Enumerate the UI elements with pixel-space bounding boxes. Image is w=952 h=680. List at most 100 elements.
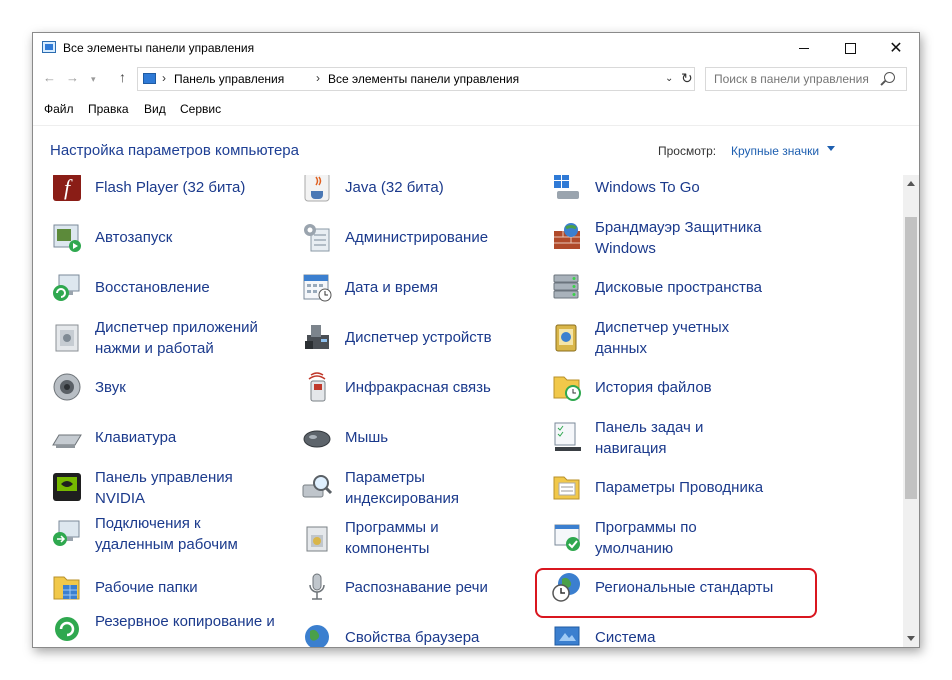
minimize-button[interactable] — [781, 33, 827, 63]
item-recovery[interactable]: Восстановление — [33, 263, 273, 311]
speaker-icon — [51, 371, 83, 403]
item-label: Брандмауэр Защитника Windows — [595, 219, 762, 257]
item-backup[interactable]: Резервное копирование и — [33, 603, 275, 647]
view-dropdown[interactable]: Крупные значки — [731, 144, 819, 158]
item-label: Резервное копирование и — [95, 613, 275, 630]
scroll-up-icon[interactable] — [907, 181, 915, 186]
item-label: Панель управления NVIDIA — [95, 469, 233, 507]
item-taskbar[interactable]: Панель задач и навигация — [533, 413, 773, 461]
device-manager-icon — [301, 321, 333, 353]
title-bar: Все элементы панели управления ✕ — [33, 33, 919, 63]
windows-to-go-icon — [551, 175, 583, 203]
breadcrumb-item[interactable]: Все элементы панели управления — [328, 72, 519, 86]
item-label: Диспетчер устройств — [345, 329, 492, 346]
back-button[interactable]: ← — [43, 70, 56, 85]
search-input[interactable] — [712, 71, 876, 87]
chevron-right-icon: › — [316, 71, 320, 85]
item-device-manager[interactable]: Диспетчер устройств — [283, 313, 523, 361]
flash-icon: f — [51, 175, 83, 203]
item-label: Рабочие папки — [95, 579, 198, 596]
item-system[interactable]: Система — [533, 613, 773, 647]
forward-button[interactable]: → — [66, 70, 79, 85]
item-default-programs[interactable]: Программы по умолчанию — [533, 513, 773, 561]
item-label: Автозапуск — [95, 229, 173, 246]
programs-icon — [301, 521, 333, 553]
item-folder-options[interactable]: Параметры Проводника — [533, 463, 773, 511]
item-label: Flash Player (32 бита) — [95, 179, 246, 196]
item-label: Программы и компоненты — [345, 519, 439, 557]
menu-edit[interactable]: Правка — [88, 102, 129, 116]
item-label: Дисковые пространства — [595, 279, 763, 296]
storage-spaces-icon — [551, 271, 583, 303]
item-label: Параметры Проводника — [595, 479, 764, 496]
up-button[interactable]: ↑ — [119, 69, 126, 85]
breadcrumb-item[interactable]: Панель управления — [174, 72, 284, 86]
system-icon — [551, 621, 583, 647]
app-manager-icon — [51, 321, 83, 353]
divider — [33, 125, 919, 126]
recovery-icon — [51, 271, 83, 303]
page-title: Настройка параметров компьютера — [50, 142, 299, 159]
control-panel-window: Все элементы панели управления ✕ ← → ▾ ↑… — [32, 32, 920, 648]
maximize-button[interactable] — [827, 33, 873, 63]
mouse-icon — [301, 421, 333, 453]
microphone-icon — [301, 571, 333, 603]
menu-tools[interactable]: Сервис — [180, 102, 221, 116]
item-remote-desktop[interactable]: Подключения к удаленным рабочим — [33, 509, 273, 557]
item-mouse[interactable]: Мышь — [283, 413, 523, 461]
item-label: Программы по умолчанию — [595, 519, 697, 557]
chevron-down-icon[interactable]: ⌄ — [665, 73, 673, 84]
close-icon: ✕ — [889, 40, 903, 57]
item-autoplay[interactable]: Автозапуск — [33, 213, 273, 261]
search-box[interactable] — [705, 67, 907, 91]
item-label: Дата и время — [345, 279, 439, 296]
item-label: Подключения к удаленным рабочим — [95, 515, 238, 553]
admin-tools-icon — [301, 221, 333, 253]
item-label: Мышь — [345, 429, 389, 446]
view-label: Просмотр: — [658, 144, 717, 158]
remote-desktop-icon — [51, 517, 83, 549]
item-keyboard[interactable]: Клавиатура — [33, 413, 273, 461]
calendar-icon — [301, 271, 333, 303]
vertical-scrollbar[interactable] — [903, 175, 919, 647]
item-infrared[interactable]: Инфракрасная связь — [283, 363, 523, 411]
item-speech[interactable]: Распознавание речи — [283, 563, 523, 611]
item-internet-options[interactable]: Свойства браузера — [283, 613, 523, 647]
credential-manager-icon — [551, 321, 583, 353]
item-indexing[interactable]: Параметры индексирования — [283, 463, 523, 511]
item-label: Клавиатура — [95, 429, 177, 446]
chevron-down-icon[interactable] — [827, 146, 835, 151]
item-flash-player[interactable]: f Flash Player (32 бита) — [33, 175, 273, 211]
scrollbar-thumb[interactable] — [905, 217, 917, 499]
item-label: Параметры индексирования — [345, 469, 459, 507]
item-label: Windows To Go — [595, 179, 700, 196]
item-java[interactable]: Java (32 бита) — [283, 175, 523, 211]
item-label: Диспетчер учетных данных — [595, 319, 730, 357]
item-nvidia[interactable]: Панель управления NVIDIA — [33, 463, 273, 511]
item-label: История файлов — [595, 379, 712, 396]
item-admin-tools[interactable]: Администрирование — [283, 213, 523, 261]
item-label: Java (32 бита) — [345, 179, 444, 196]
item-date-time[interactable]: Дата и время — [283, 263, 523, 311]
close-button[interactable]: ✕ — [873, 33, 919, 63]
scroll-down-icon[interactable] — [907, 636, 915, 641]
menu-view[interactable]: Вид — [144, 102, 166, 116]
item-programs[interactable]: Программы и компоненты — [283, 513, 523, 561]
item-label: Панель задач и навигация — [595, 419, 704, 457]
item-sound[interactable]: Звук — [33, 363, 273, 411]
address-bar[interactable]: › Панель управления › Все элементы панел… — [137, 67, 695, 91]
window-title: Все элементы панели управления — [63, 41, 255, 55]
item-firewall[interactable]: Брандмауэр Защитника Windows — [533, 213, 773, 261]
item-file-history[interactable]: История файлов — [533, 363, 773, 411]
item-app-manager[interactable]: Диспетчер приложений нажми и работай — [33, 313, 273, 361]
item-label: Инфракрасная связь — [345, 379, 491, 396]
item-windows-to-go[interactable]: Windows To Go — [533, 175, 773, 211]
recent-locations-icon[interactable]: ▾ — [91, 74, 96, 85]
menu-file[interactable]: Файл — [44, 102, 74, 116]
refresh-icon[interactable]: ↻ — [681, 70, 693, 87]
control-panel-icon — [42, 41, 56, 53]
folder-options-icon — [551, 471, 583, 503]
item-credential-manager[interactable]: Диспетчер учетных данных — [533, 313, 773, 361]
search-icon[interactable] — [884, 72, 895, 83]
item-storage-spaces[interactable]: Дисковые пространства — [533, 263, 773, 311]
